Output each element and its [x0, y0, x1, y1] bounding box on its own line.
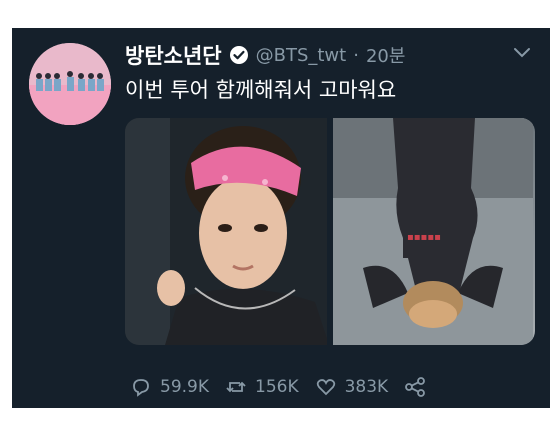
media-photo-1[interactable] [125, 118, 327, 345]
like-count: 383K [344, 377, 389, 397]
reply-button[interactable]: 59.9K [130, 376, 209, 398]
reply-icon [130, 376, 152, 398]
verified-badge-icon [229, 45, 249, 65]
chevron-down-icon[interactable] [513, 46, 531, 58]
timestamp[interactable]: 20분 [366, 42, 405, 68]
svg-text:▪▪▪▪▪: ▪▪▪▪▪ [407, 232, 441, 243]
user-handle[interactable]: @BTS_twt [256, 45, 347, 66]
headstand-photo-illustration: ▪▪▪▪▪ [333, 118, 533, 345]
display-name[interactable]: 방탄소년단 [125, 40, 222, 70]
selfie-photo-illustration [125, 118, 327, 345]
share-icon [404, 376, 426, 398]
media-photo-2[interactable]: ▪▪▪▪▪ [333, 118, 535, 345]
tweet-text: 이번 투어 함께해줘서 고마워요 [125, 78, 397, 102]
tweet-header: 방탄소년단 @BTS_twt · 20분 [125, 42, 526, 68]
like-button[interactable]: 383K [315, 376, 389, 398]
reply-count: 59.9K [160, 377, 209, 397]
tweet-actions: 59.9K 156K 383K [130, 374, 426, 400]
separator-dot: · [353, 44, 359, 66]
group-photo-avatar [29, 43, 111, 125]
retweet-icon [225, 376, 247, 398]
retweet-button[interactable]: 156K [225, 376, 299, 398]
heart-icon [315, 376, 337, 398]
retweet-count: 156K [255, 377, 299, 397]
share-button[interactable] [404, 376, 426, 398]
media-grid: ▪▪▪▪▪ [125, 118, 535, 345]
avatar[interactable] [29, 43, 111, 125]
